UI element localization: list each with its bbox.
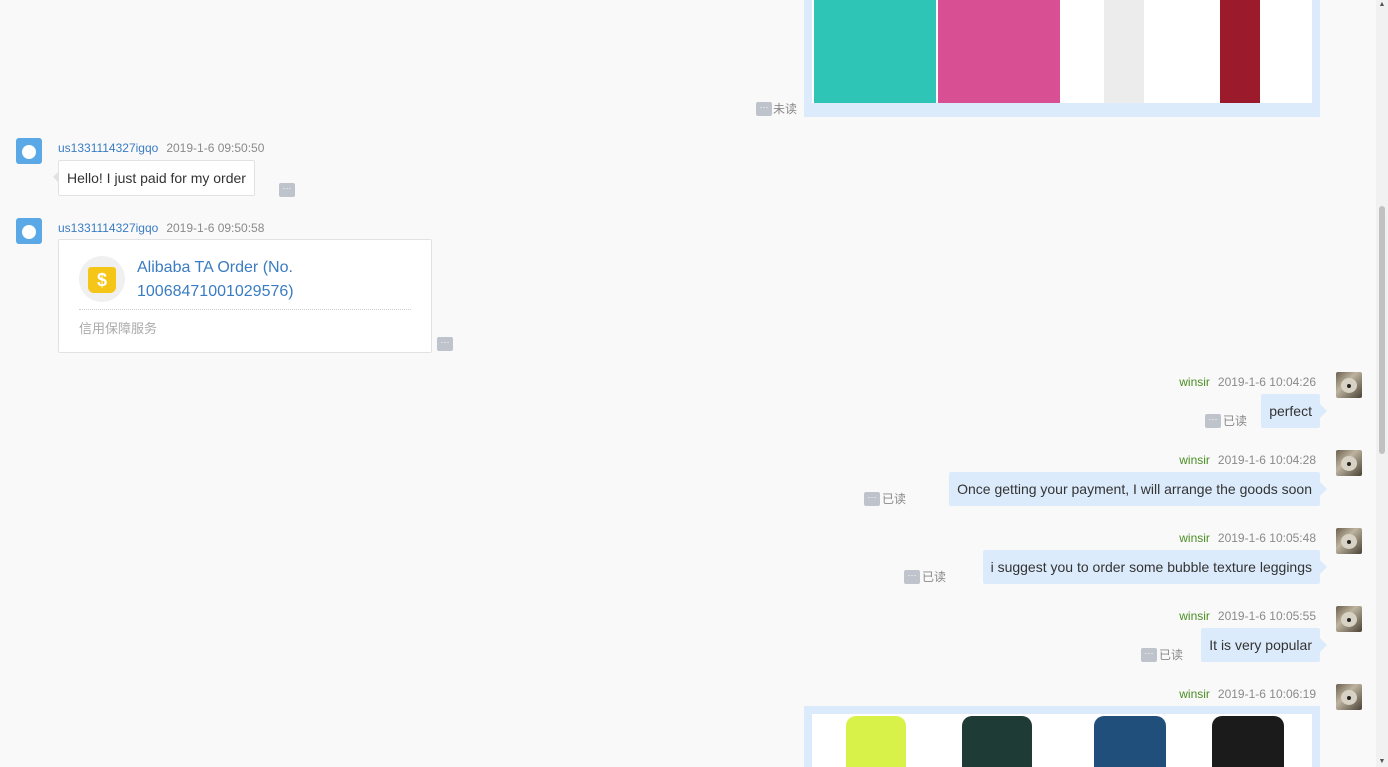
message-meta: us1331114327igqo 2019-1-6 09:50:50 [58, 141, 264, 155]
sender-name[interactable]: us1331114327igqo [58, 221, 158, 235]
scroll-down-arrow-icon[interactable]: ▼ [1378, 758, 1386, 766]
read-status: 已读 [922, 570, 947, 584]
message-bubble[interactable]: It is very popular [1201, 628, 1327, 662]
read-status: 已读 [882, 492, 907, 506]
timestamp: 2019-1-6 09:50:50 [166, 141, 265, 155]
scroll-up-arrow-icon[interactable]: ▲ [1378, 1, 1386, 9]
avatar[interactable] [16, 138, 42, 164]
leggings-image[interactable] [812, 0, 1312, 103]
image-message-bottom[interactable] [804, 706, 1320, 767]
read-status: 已读 [1159, 648, 1184, 662]
avatar[interactable] [16, 218, 42, 244]
more-options-button[interactable]: ··· [1141, 648, 1157, 662]
message-meta: winsir 2019-1-6 10:06:19 [1179, 687, 1316, 701]
scrollbar-thumb[interactable] [1379, 206, 1385, 454]
money-bag-icon: $ [79, 256, 125, 302]
legging-white [1104, 0, 1144, 103]
message-bubble[interactable]: Hello! I just paid for my order [53, 160, 255, 196]
message-bubble[interactable]: perfect [1261, 394, 1327, 428]
legging-navy [1094, 716, 1166, 767]
message-meta: winsir 2019-1-6 10:04:28 [1179, 453, 1316, 467]
legging-red [1220, 0, 1260, 103]
message-bubble[interactable]: Once getting your payment, I will arrang… [949, 472, 1327, 506]
timestamp: 2019-1-6 10:05:48 [1217, 531, 1316, 545]
message-bubble[interactable]: i suggest you to order some bubble textu… [982, 550, 1328, 584]
more-options-button[interactable]: ··· [756, 102, 772, 116]
sender-name[interactable]: winsir [1179, 531, 1210, 545]
timestamp: 2019-1-6 10:04:26 [1217, 375, 1316, 389]
avatar[interactable] [1336, 684, 1362, 710]
image-message-top[interactable] [804, 0, 1320, 117]
order-divider [79, 309, 411, 310]
more-options-button[interactable]: ··· [1205, 414, 1221, 428]
sender-name[interactable]: winsir [1179, 453, 1210, 467]
message-meta: winsir 2019-1-6 10:05:55 [1179, 609, 1316, 623]
order-link[interactable]: Alibaba TA Order (No. 10068471001029576) [137, 256, 417, 304]
more-options-button[interactable]: ··· [437, 337, 453, 351]
timestamp: 2019-1-6 10:05:55 [1217, 609, 1316, 623]
sender-name[interactable]: winsir [1179, 609, 1210, 623]
order-subtitle: 信用保障服务 [79, 321, 158, 336]
avatar[interactable] [1336, 606, 1362, 632]
legging-teal [814, 0, 936, 103]
sender-name[interactable]: winsir [1179, 375, 1210, 389]
avatar[interactable] [1336, 528, 1362, 554]
legging-lime [846, 716, 906, 767]
timestamp: 2019-1-6 10:06:19 [1217, 687, 1316, 701]
order-card[interactable]: $ Alibaba TA Order (No. 1006847100102957… [58, 239, 432, 353]
leggings-image[interactable] [812, 714, 1312, 767]
more-options-button[interactable]: ··· [864, 492, 880, 506]
legging-black [1212, 716, 1284, 767]
timestamp: 2019-1-6 09:50:58 [166, 221, 265, 235]
legging-pink [938, 0, 1060, 103]
legging-darkgreen [962, 716, 1032, 767]
message-meta: winsir 2019-1-6 10:05:48 [1179, 531, 1316, 545]
avatar[interactable] [1336, 372, 1362, 398]
more-options-button[interactable]: ··· [279, 183, 295, 197]
more-options-button[interactable]: ··· [904, 570, 920, 584]
sender-name[interactable]: us1331114327igqo [58, 141, 158, 155]
timestamp: 2019-1-6 10:04:28 [1217, 453, 1316, 467]
message-meta: us1331114327igqo 2019-1-6 09:50:58 [58, 221, 264, 235]
sender-name[interactable]: winsir [1179, 687, 1210, 701]
read-status: 已读 [1223, 414, 1248, 428]
avatar[interactable] [1336, 450, 1362, 476]
message-meta: winsir 2019-1-6 10:04:26 [1179, 375, 1316, 389]
read-status: 未读 [773, 102, 798, 116]
